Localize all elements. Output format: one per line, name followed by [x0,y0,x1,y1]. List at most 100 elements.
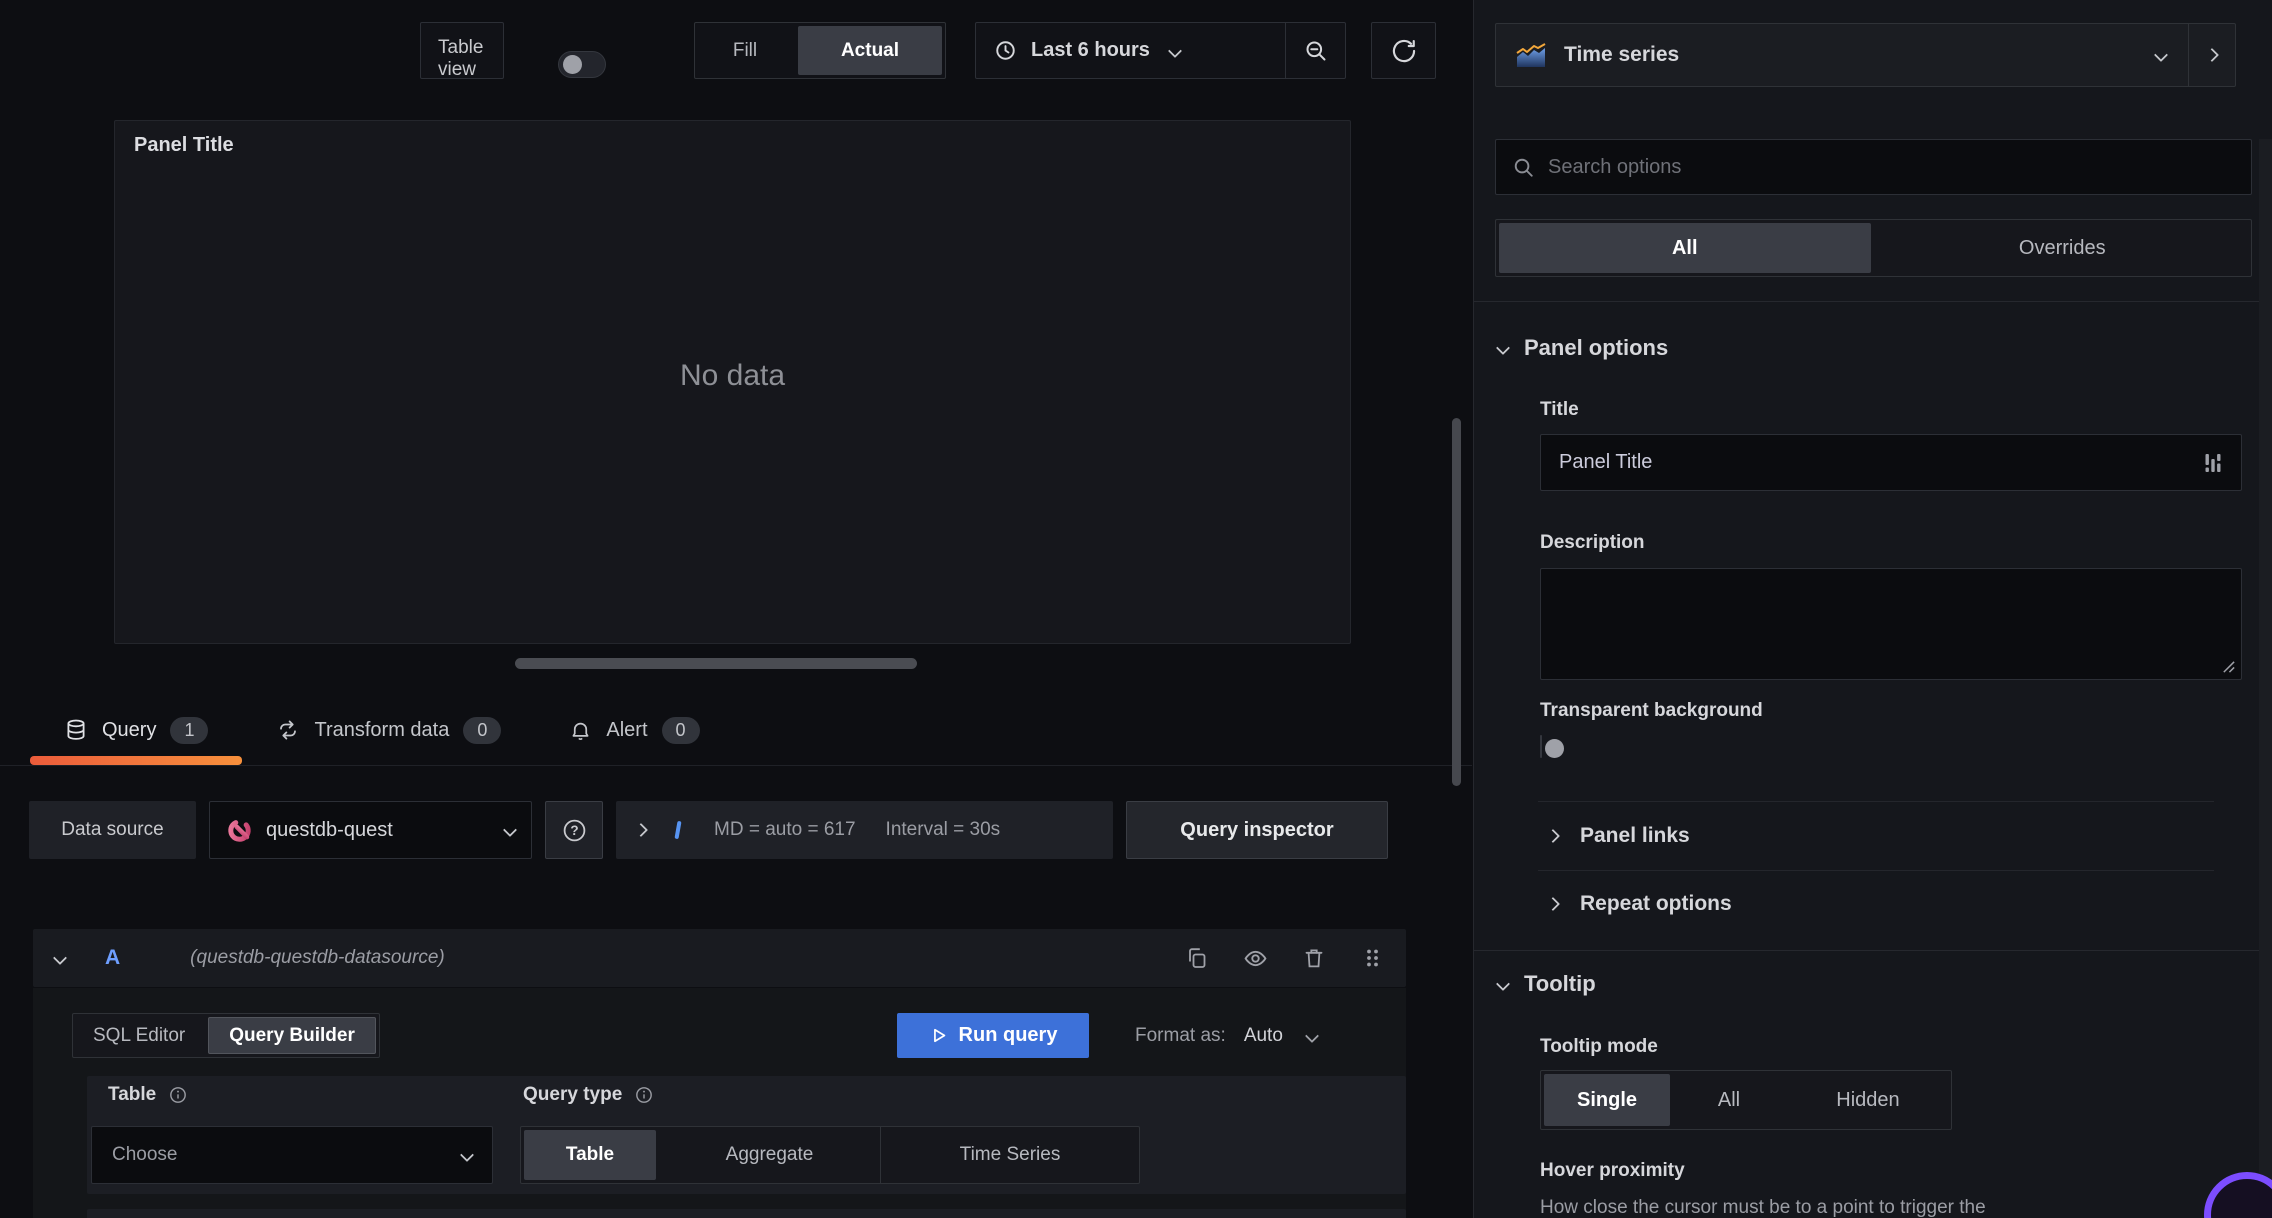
tab-transform-badge: 0 [463,716,502,744]
clock-icon [994,39,1017,62]
transparent-background-toggle[interactable] [1540,735,1542,758]
trash-icon[interactable] [1302,946,1326,971]
datasource-help-button[interactable]: ? [545,801,603,859]
time-range-group: Last 6 hours [975,22,1346,79]
repeat-options-label: Repeat options [1580,892,1732,915]
datasource-bar: Data source questdb-quest ? MD = auto = … [29,801,1388,859]
title-input[interactable] [1559,451,2203,474]
zoom-out-button[interactable] [1286,39,1345,63]
play-icon [929,1026,948,1045]
repeat-options-header[interactable]: Repeat options [1545,874,1732,934]
tooltip-header[interactable]: Tooltip [1495,962,1596,1006]
time-range-picker[interactable]: Last 6 hours [976,39,1285,62]
options-sidebar: Time series All Overrides Panel options … [1473,0,2272,1218]
tab-transform[interactable]: Transform data 0 [242,700,535,760]
chevron-down-icon [1495,340,1511,356]
options-search-input[interactable] [1548,155,2235,179]
loading-tick [674,820,682,840]
sidebar-scrollbar[interactable] [2259,139,2272,1218]
query-type-table[interactable]: Table [524,1130,656,1180]
tooltip-mode-label: Tooltip mode [1540,1036,1658,1057]
tab-all[interactable]: All [1499,223,1871,273]
transparent-background-label: Transparent background [1540,700,1763,721]
zoom-out-icon [1304,39,1328,63]
fill-option[interactable]: Fill [695,23,795,78]
horizontal-scrollbar[interactable] [515,658,917,669]
max-data-points: MD = auto = 617 [714,819,856,840]
fill-actual-segmented: Fill Actual [694,22,946,79]
tooltip-mode-segmented: Single All Hidden [1540,1070,1952,1130]
all-overrides-tabs: All Overrides [1495,219,2252,277]
editor-mode-segmented: SQL Editor Query Builder [72,1013,380,1058]
table-select[interactable]: Choose [91,1126,493,1184]
datasource-label: Data source [29,801,196,859]
table-select-value: Choose [112,1144,178,1165]
tab-query[interactable]: Query 1 [30,700,243,765]
vertical-scrollbar[interactable] [1452,418,1461,786]
tabs-divider [0,765,1472,766]
active-tab-underline [30,756,243,765]
query-type-time-series[interactable]: Time Series [881,1127,1139,1183]
suggestion-bars-icon[interactable] [2203,452,2223,474]
next-section-edge [87,1209,1406,1218]
info-circle-icon[interactable] [168,1085,188,1105]
actual-option[interactable]: Actual [798,26,942,75]
grafana-panel-editor: Table view Fill Actual Last 6 hours Pane… [0,0,2272,1218]
eye-icon[interactable] [1243,946,1268,971]
table-view-toggle[interactable] [558,51,606,78]
help-circle-icon: ? [561,817,588,844]
interval: Interval = 30s [885,819,1001,840]
query-inspector-button[interactable]: Query inspector [1126,801,1388,859]
visualization-picker[interactable]: Time series [1495,23,2236,87]
tab-query-label: Query [102,718,157,741]
query-builder-option[interactable]: Query Builder [208,1017,376,1054]
query-row-header[interactable]: A (questdb-questdb-datasource) [33,929,1406,987]
copy-icon[interactable] [1185,946,1209,971]
panel-options-header[interactable]: Panel options [1495,325,1668,371]
open-viz-list-button[interactable] [2189,47,2235,63]
chevron-down-icon [2153,47,2169,63]
info-circle-icon[interactable] [634,1085,654,1105]
panel-links-header[interactable]: Panel links [1545,806,1690,866]
transform-icon [276,718,300,742]
query-options-summary[interactable]: MD = auto = 617 Interval = 30s [616,801,1113,859]
tab-overrides[interactable]: Overrides [1874,220,2252,276]
tooltip-mode-hidden[interactable]: Hidden [1785,1071,1951,1129]
query-ref-id[interactable]: A [105,946,120,970]
run-query-button[interactable]: Run query [897,1013,1089,1058]
tab-alert[interactable]: Alert 0 [535,700,733,760]
sql-editor-option[interactable]: SQL Editor [73,1014,205,1057]
description-textarea[interactable] [1541,569,2241,679]
query-type-segmented: Table Aggregate Time Series [520,1126,1140,1184]
tab-alert-badge: 0 [661,716,700,744]
hover-proximity-help: How close the cursor must be to a point … [1540,1197,1986,1218]
format-as-control[interactable]: Format as: Auto [1135,1013,1319,1058]
bell-icon [569,719,592,742]
resize-corner-icon[interactable] [2221,659,2236,674]
tab-query-badge: 1 [170,716,209,744]
datasource-select[interactable]: questdb-quest [209,801,532,859]
description-field[interactable] [1540,568,2242,680]
chevron-down-icon [1304,1028,1319,1043]
drag-handle-icon[interactable] [1360,946,1384,971]
description-label: Description [1540,532,1645,553]
chevron-right-icon [1545,896,1561,912]
query-datasource-hint: (questdb-questdb-datasource) [190,947,445,968]
database-icon [64,718,88,742]
editor-tabs: Query 1 Transform data 0 Alert 0 [30,700,734,765]
collapse-chevron-icon[interactable] [52,950,68,966]
chevron-down-icon [459,1147,475,1163]
tooltip-mode-all[interactable]: All [1673,1071,1785,1129]
options-search[interactable] [1495,139,2252,195]
row-divider [1538,870,2214,871]
chevron-right-icon [633,822,649,838]
svg-text:?: ? [570,823,578,838]
tooltip-mode-single[interactable]: Single [1544,1074,1670,1126]
floating-action-button[interactable] [2204,1172,2272,1218]
query-type-aggregate[interactable]: Aggregate [659,1127,881,1183]
title-field[interactable] [1540,434,2242,491]
row-divider [1538,801,2214,802]
no-data-message: No data [679,359,786,392]
refresh-button[interactable] [1371,22,1436,79]
panel-preview[interactable]: Panel Title No data [114,120,1351,644]
